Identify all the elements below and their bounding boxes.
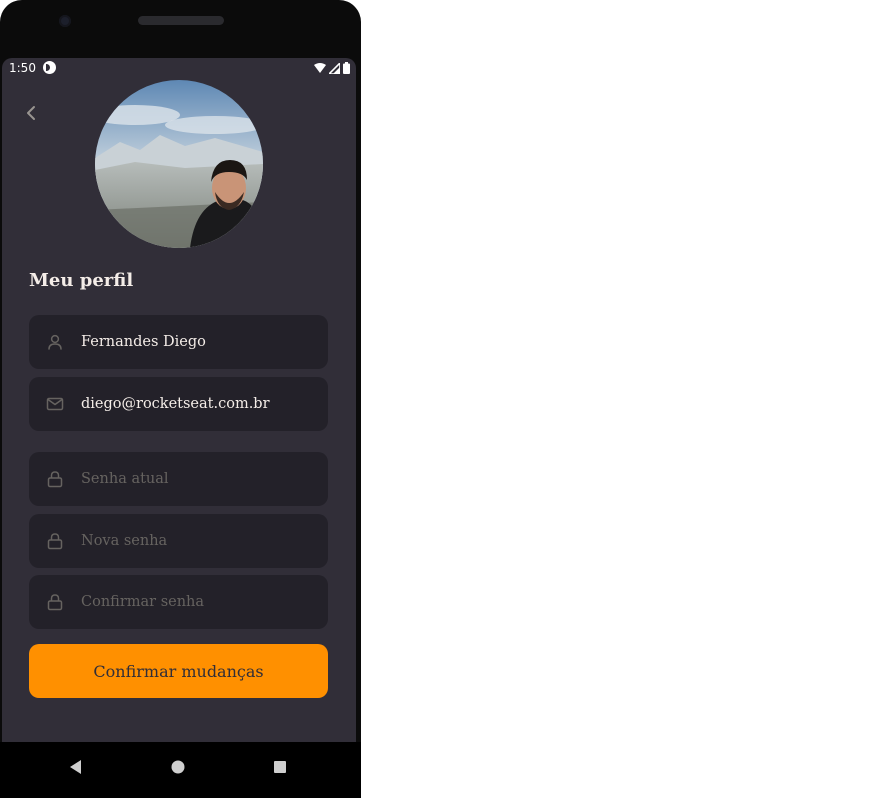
front-camera bbox=[59, 15, 71, 27]
status-bar: 1:50 bbox=[2, 58, 356, 80]
phone-device: 1:50 Meu perfil Fernandes Diego diego@ro… bbox=[0, 0, 361, 798]
chevron-left-icon bbox=[27, 106, 35, 120]
new-password-field[interactable] bbox=[29, 514, 328, 568]
notification-app-icon bbox=[43, 61, 56, 74]
wifi-icon bbox=[314, 62, 326, 73]
signal-icon bbox=[329, 62, 340, 74]
mail-icon bbox=[46, 397, 64, 411]
confirm-password-input[interactable] bbox=[81, 575, 328, 629]
avatar-photo bbox=[95, 80, 263, 248]
avatar[interactable] bbox=[95, 80, 263, 248]
lock-icon bbox=[47, 594, 63, 611]
confirm-changes-button[interactable]: Confirmar mudanças bbox=[29, 644, 328, 698]
back-button[interactable] bbox=[22, 103, 40, 123]
email-field[interactable] bbox=[29, 377, 328, 431]
lock-icon bbox=[47, 533, 63, 550]
current-password-field[interactable] bbox=[29, 452, 328, 506]
app-screen: 1:50 Meu perfil Fernandes Diego diego@ro… bbox=[2, 58, 356, 742]
name-field[interactable] bbox=[29, 315, 328, 369]
lock-icon bbox=[47, 471, 63, 488]
page-title: Meu perfil bbox=[29, 270, 134, 291]
triangle-back-icon[interactable] bbox=[64, 755, 88, 779]
confirm-password-field[interactable] bbox=[29, 575, 328, 629]
earpiece-speaker bbox=[138, 16, 224, 25]
email-input[interactable] bbox=[81, 377, 328, 431]
battery-icon bbox=[343, 62, 350, 74]
new-password-input[interactable] bbox=[81, 514, 328, 568]
android-nav-bar bbox=[0, 742, 361, 798]
status-time: 1:50 bbox=[9, 61, 36, 75]
user-icon bbox=[48, 334, 62, 350]
circle-home-icon[interactable] bbox=[166, 755, 190, 779]
square-recents-icon[interactable] bbox=[268, 755, 292, 779]
status-icons bbox=[314, 62, 350, 74]
name-input[interactable] bbox=[81, 315, 328, 369]
phone-bezel-top bbox=[0, 0, 361, 58]
current-password-input[interactable] bbox=[81, 452, 328, 506]
